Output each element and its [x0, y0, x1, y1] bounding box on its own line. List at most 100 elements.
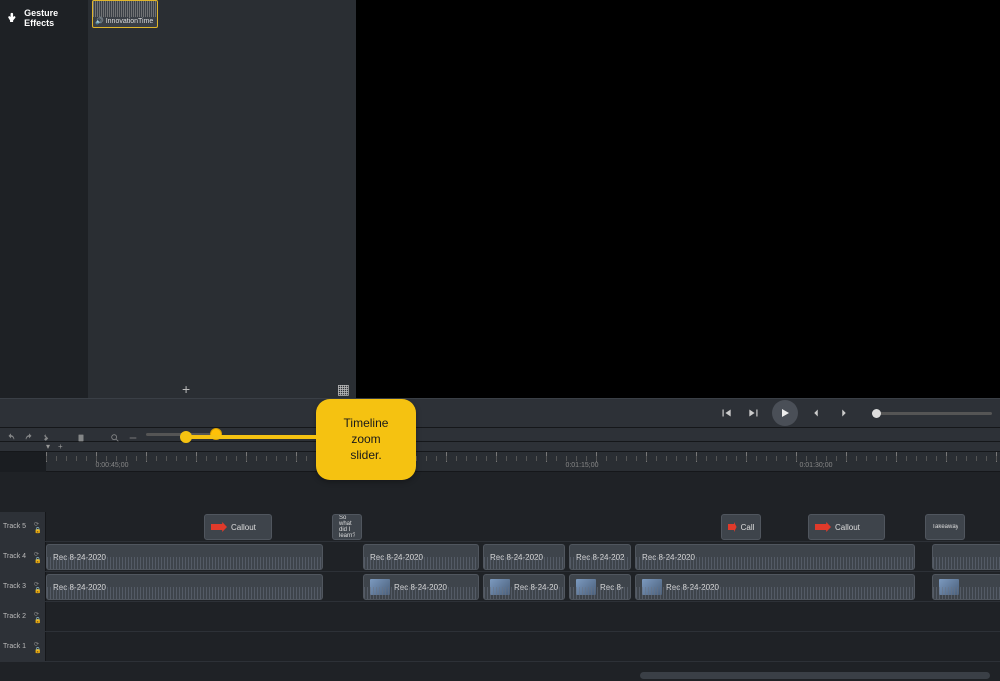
timeline-clip[interactable]: Callout [204, 514, 272, 540]
effects-tabstrip: Gesture Effects [0, 0, 88, 398]
media-item-label: 🔊 InnovationTime [93, 17, 157, 25]
track-toggle-icon[interactable]: ⟳ [34, 521, 42, 526]
timeline-clip[interactable]: So what did I learn? [332, 514, 362, 540]
track-dropdown-icon[interactable]: ▾ [46, 442, 50, 451]
track-options-row: ▾ + [0, 442, 1000, 452]
track-toggle-icon[interactable]: ⟳ [34, 551, 42, 556]
chevron-right-icon [837, 406, 851, 420]
next-marker-button[interactable] [834, 403, 854, 423]
timeline-clip[interactable]: Rec 8-24-2020 [46, 544, 323, 570]
track-toggle-icon[interactable]: ⟳ [34, 581, 42, 586]
track-header[interactable]: Track 3 ⟳🔒 [0, 572, 46, 601]
timeline-clip[interactable]: Rec 8-24-2020 [363, 574, 479, 600]
preview-canvas [356, 0, 1000, 398]
canvas-zoom-slider[interactable] [872, 412, 992, 415]
timeline-clip[interactable] [932, 544, 1000, 570]
zoom-out-button[interactable] [128, 430, 138, 440]
timeline-zoom-slider[interactable] [146, 433, 216, 436]
timeline-clip[interactable]: Rec 8-24-2020 [483, 544, 565, 570]
clip-thumbnail [576, 579, 596, 595]
timeline-clip[interactable]: Rec 8-24-2020 [483, 574, 565, 600]
add-media-button[interactable]: + [182, 381, 190, 397]
track-lock-icon[interactable]: 🔒 [34, 527, 42, 532]
timeline-clip[interactable]: Rec 8-24-2020 [635, 574, 915, 600]
callout-icon [728, 522, 737, 532]
track-lock-icon[interactable]: 🔒 [34, 617, 42, 622]
play-button[interactable] [772, 400, 798, 426]
track-name: Track 3 [3, 583, 26, 590]
play-icon [779, 407, 791, 419]
clip-label: Callout [741, 523, 754, 532]
undo-button[interactable] [6, 430, 16, 440]
track-name: Track 5 [3, 523, 26, 530]
track-toggle-icon[interactable]: ⟳ [34, 641, 42, 646]
ruler-tick: 0:00:45;00 [95, 462, 128, 469]
paste-button[interactable] [76, 430, 86, 440]
track-name: Track 2 [3, 613, 26, 620]
cut-button[interactable] [42, 430, 52, 440]
next-frame-button[interactable] [744, 403, 764, 423]
track-name: Track 4 [3, 553, 26, 560]
horizontal-scrollbar[interactable] [640, 672, 990, 679]
clip-thumbnail [370, 579, 390, 595]
timeline-clip[interactable]: Callout [808, 514, 885, 540]
clip-thumbnail [490, 579, 510, 595]
timeline-clip[interactable] [932, 574, 1000, 600]
track-header[interactable]: Track 5 ⟳🔒 [0, 512, 46, 541]
track-header[interactable]: Track 2 ⟳🔒 [0, 602, 46, 631]
timeline-clip[interactable]: Rec 8-24-2020 [46, 574, 323, 600]
callout-icon [815, 522, 831, 532]
timeline-toolbar [0, 428, 1000, 442]
clip-label: Rec 8-24-2020 [642, 553, 695, 562]
timeline-ruler[interactable]: 0:00:45;00 0:01:15;00 0:01:30;00 [46, 452, 1000, 472]
clip-label: Rec 8-24-2020 [576, 553, 624, 562]
prev-frame-button[interactable] [716, 403, 736, 423]
track-row-5: Track 5 ⟳🔒 Callout So what did I learn? Ca… [0, 512, 1000, 542]
timeline-clip[interactable]: Rec 8-24-2020 [569, 574, 631, 600]
media-side-panel: Gesture Effects 🔊 InnovationTime + ▦ [0, 0, 356, 398]
callout-icon [211, 522, 227, 532]
add-track-button[interactable]: + [58, 442, 63, 451]
clip-label: Rec 8-24-2020 [490, 553, 543, 562]
track-header[interactable]: Track 4 ⟳🔒 [0, 542, 46, 571]
redo-button[interactable] [24, 430, 34, 440]
timeline-clip[interactable]: Takeaway [925, 514, 965, 540]
zoom-slider-handle[interactable] [211, 429, 221, 439]
prev-marker-button[interactable] [806, 403, 826, 423]
hand-icon [6, 11, 18, 25]
playback-bar [0, 398, 1000, 428]
zoom-search-icon [110, 430, 120, 440]
media-item[interactable]: 🔊 InnovationTime [92, 0, 158, 28]
clip-label: Rec 8-24-2020 [514, 583, 558, 592]
clip-waveform [933, 557, 1000, 569]
tab-label: Gesture Effects [24, 8, 82, 28]
clip-label: Callout [231, 523, 256, 532]
timeline-clip[interactable]: Rec 8-24-2020 [635, 544, 915, 570]
clip-thumbnail [642, 579, 662, 595]
clip-label: Takeaway [932, 524, 958, 530]
track-name: Track 1 [3, 643, 26, 650]
clip-label: Rec 8-24-2020 [394, 583, 447, 592]
track-lock-icon[interactable]: 🔒 [34, 587, 42, 592]
track-header[interactable]: Track 1 ⟳🔒 [0, 632, 46, 661]
clip-label: So what did I learn? [339, 515, 355, 539]
clip-thumbnail [939, 579, 959, 595]
media-bin: 🔊 InnovationTime + ▦ [88, 0, 356, 398]
ruler-tick: 0:01:15;00 [565, 462, 598, 469]
clip-label: Rec 8-24-2020 [666, 583, 719, 592]
track-row-4: Track 4 ⟳🔒 Rec 8-24-2020 Rec 8-24-2020 Rec… [0, 542, 1000, 572]
timeline-tracks: Track 5 ⟳🔒 CalloutSo what did I learn?Ca… [0, 472, 1000, 681]
track-lock-icon[interactable]: 🔒 [34, 557, 42, 562]
slider-handle[interactable] [872, 409, 881, 418]
track-lock-icon[interactable]: 🔒 [34, 647, 42, 652]
tab-gesture-effects[interactable]: Gesture Effects [0, 4, 88, 32]
track-toggle-icon[interactable]: ⟳ [34, 611, 42, 616]
clip-label: Rec 8-24-2020 [370, 553, 423, 562]
timeline-clip[interactable]: Callout [721, 514, 761, 540]
speaker-icon: 🔊 [95, 17, 104, 25]
clip-label: Callout [835, 523, 860, 532]
bin-view-toggle[interactable]: ▦ [337, 381, 350, 398]
timeline-clip[interactable]: Rec 8-24-2020 [363, 544, 479, 570]
track-row-2: Track 2 ⟳🔒 [0, 602, 1000, 632]
timeline-clip[interactable]: Rec 8-24-2020 [569, 544, 631, 570]
